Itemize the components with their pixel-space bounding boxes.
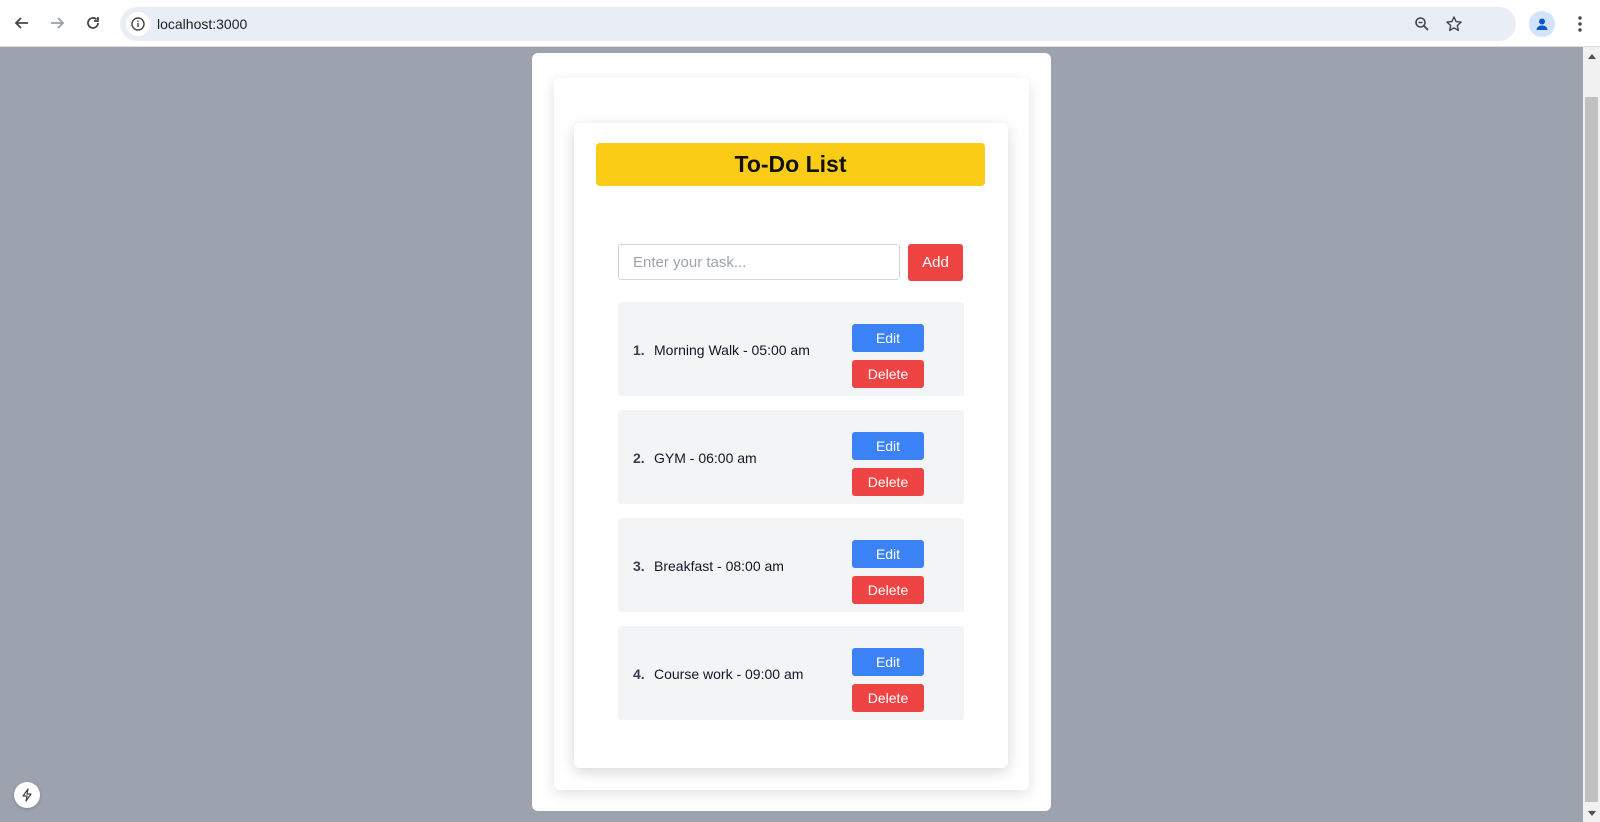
- task-number: 1.: [633, 342, 645, 358]
- page-title: To-Do List: [596, 143, 985, 186]
- task-list: 1. Morning Walk - 05:00 am Edit Delete 2…: [618, 302, 964, 734]
- task-text: Course work - 09:00 am: [654, 666, 804, 682]
- forward-arrow-icon[interactable]: [45, 11, 69, 35]
- task-number: 3.: [633, 558, 645, 574]
- task-item: 3. Breakfast - 08:00 am Edit Delete: [618, 518, 964, 612]
- task-input[interactable]: [618, 244, 900, 280]
- edit-button[interactable]: Edit: [852, 540, 924, 568]
- url-text: localhost:3000: [157, 16, 248, 32]
- task-item: 4. Course work - 09:00 am Edit Delete: [618, 626, 964, 720]
- delete-button[interactable]: Delete: [852, 360, 924, 388]
- address-bar[interactable]: localhost:3000: [120, 7, 1516, 41]
- browser-toolbar: localhost:3000: [0, 0, 1600, 47]
- more-vert-icon[interactable]: [1568, 12, 1592, 36]
- task-text: Morning Walk - 05:00 am: [654, 342, 810, 358]
- task-item: 2. GYM - 06:00 am Edit Delete: [618, 410, 964, 504]
- zoom-icon[interactable]: [1410, 12, 1434, 36]
- task-text: Breakfast - 08:00 am: [654, 558, 784, 574]
- todo-card: To-Do List Add 1. Morning Walk - 05:00 a…: [574, 123, 1008, 768]
- back-arrow-icon[interactable]: [10, 11, 34, 35]
- edit-button[interactable]: Edit: [852, 648, 924, 676]
- edit-button[interactable]: Edit: [852, 324, 924, 352]
- star-icon[interactable]: [1442, 12, 1466, 36]
- task-number: 4.: [633, 666, 645, 682]
- lightning-icon[interactable]: [14, 782, 40, 808]
- app-middle-container: To-Do List Add 1. Morning Walk - 05:00 a…: [554, 78, 1029, 790]
- scrollbar-thumb[interactable]: [1585, 97, 1598, 802]
- task-item: 1. Morning Walk - 05:00 am Edit Delete: [618, 302, 964, 396]
- info-icon[interactable]: [126, 12, 150, 36]
- edit-button[interactable]: Edit: [852, 432, 924, 460]
- page-viewport: To-Do List Add 1. Morning Walk - 05:00 a…: [0, 47, 1583, 822]
- app-outer-container: To-Do List Add 1. Morning Walk - 05:00 a…: [532, 53, 1051, 811]
- delete-button[interactable]: Delete: [852, 468, 924, 496]
- profile-icon[interactable]: [1529, 11, 1555, 37]
- task-text: GYM - 06:00 am: [654, 450, 757, 466]
- delete-button[interactable]: Delete: [852, 684, 924, 712]
- add-task-button[interactable]: Add: [908, 244, 963, 281]
- scroll-up-arrow-icon[interactable]: [1583, 47, 1600, 64]
- scroll-down-arrow-icon[interactable]: [1583, 805, 1600, 822]
- task-number: 2.: [633, 450, 645, 466]
- reload-icon[interactable]: [81, 11, 105, 35]
- delete-button[interactable]: Delete: [852, 576, 924, 604]
- vertical-scrollbar[interactable]: [1583, 47, 1600, 822]
